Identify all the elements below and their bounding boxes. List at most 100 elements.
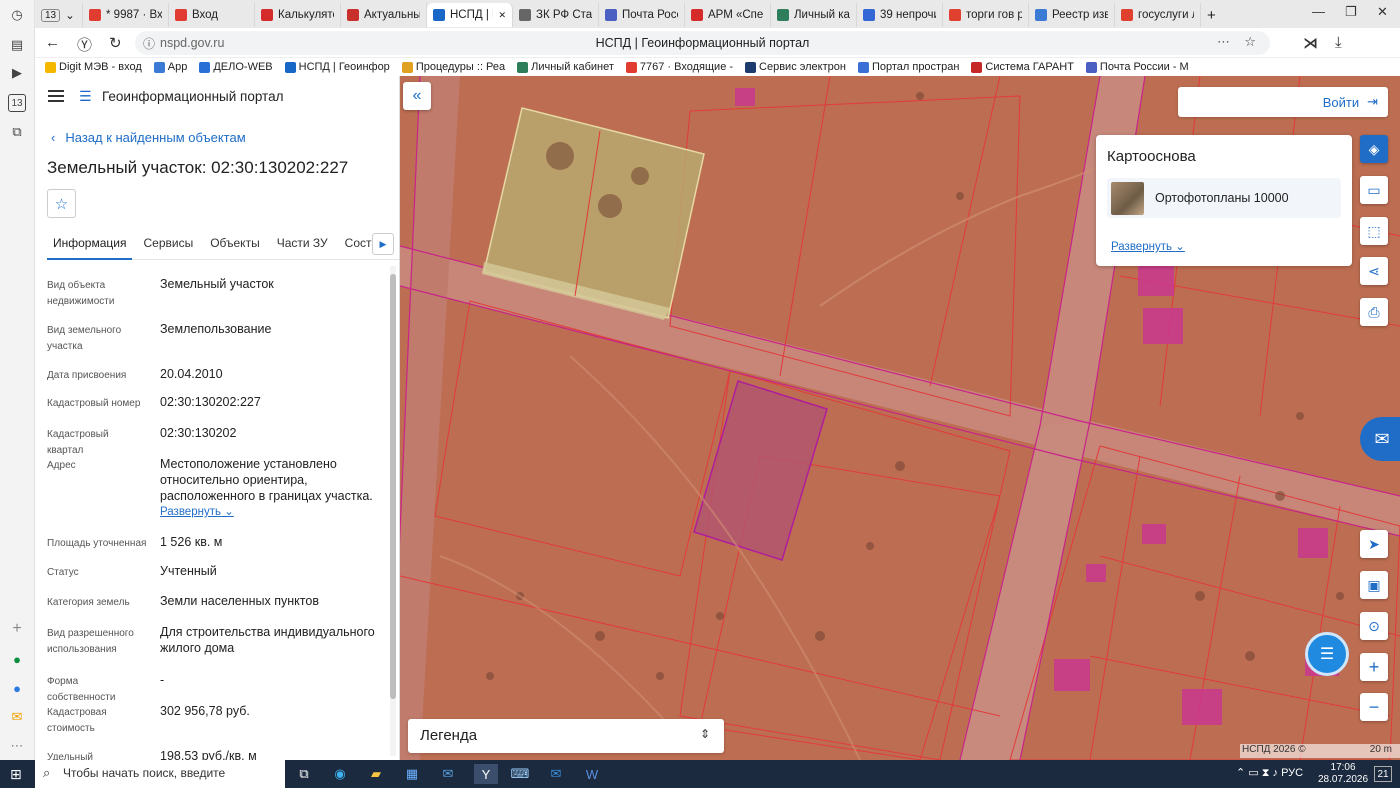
bookmark-item[interactable]: ДЕЛО-WEB: [199, 61, 273, 73]
tab-counter[interactable]: 13 ⌄: [35, 3, 83, 27]
yandex-icon[interactable]: Ⓨ: [77, 34, 92, 55]
bookmark-icon[interactable]: ☆: [1244, 34, 1256, 50]
measure-button[interactable]: ▭: [1360, 176, 1388, 204]
add-panel-icon[interactable]: +: [8, 620, 26, 638]
history-icon[interactable]: ◷: [8, 6, 26, 24]
search-on-map-button[interactable]: ⊙: [1360, 612, 1388, 640]
extensions-icon[interactable]: ⋊: [1303, 34, 1318, 52]
portal-brand[interactable]: Геоинформационный портал: [102, 89, 283, 104]
bookmark-item[interactable]: Личный кабинет: [517, 61, 614, 73]
back-icon[interactable]: ←: [45, 34, 60, 51]
close-tab-icon[interactable]: ✕: [498, 10, 506, 21]
property-key: Кадастровый номер: [47, 398, 141, 409]
maximize-icon[interactable]: ❐: [1345, 4, 1357, 20]
browser-tab[interactable]: Почта Росс: [599, 3, 685, 27]
login-button[interactable]: Войти ⇥: [1178, 87, 1388, 117]
browser-tab[interactable]: * 9987 · Вход: [83, 3, 169, 27]
minimize-icon[interactable]: —: [1312, 4, 1325, 19]
zoom-in-button[interactable]: +: [1360, 653, 1388, 681]
minimap-button[interactable]: ▣: [1360, 571, 1388, 599]
expand-address-link[interactable]: Развернуть ⌄: [160, 504, 380, 520]
bookmark-item[interactable]: Процедуры :: Реа: [401, 61, 505, 73]
menu-dots-icon[interactable]: ⋯: [1217, 34, 1230, 50]
bookmark-item[interactable]: Портал простран: [857, 61, 959, 73]
share-button[interactable]: ⋖: [1360, 257, 1388, 285]
property-value: Для строительства индивидуального жилого…: [160, 624, 380, 656]
basemap-expand-link[interactable]: Развернуть ⌄: [1111, 239, 1185, 253]
close-window-icon[interactable]: ✕: [1377, 4, 1388, 20]
browser-tab[interactable]: Вход: [169, 3, 255, 27]
alice-icon[interactable]: ●: [8, 650, 26, 668]
menu-icon[interactable]: [48, 90, 64, 102]
collapse-panel-button[interactable]: «: [403, 82, 431, 110]
messenger-icon[interactable]: ●: [8, 679, 26, 697]
windows-start-icon[interactable]: ⊞: [10, 766, 22, 783]
reload-icon[interactable]: ↻: [109, 34, 122, 52]
property-value-text: 302 956,78 руб.: [160, 704, 250, 718]
browser-tab[interactable]: торги гов ру: [943, 3, 1029, 27]
system-tray[interactable]: ⌃ ▭ ⧗ ♪ РУС: [1236, 766, 1303, 780]
bookmark-item[interactable]: Digit МЭВ - вход: [45, 61, 142, 73]
browser-tab[interactable]: 39 непрочит: [857, 3, 943, 27]
bookmark-item[interactable]: App: [153, 61, 187, 73]
chat-button[interactable]: ☰: [1305, 632, 1349, 676]
clock[interactable]: 17:06 28.07.2026: [1318, 762, 1368, 786]
new-tab-button[interactable]: +: [1201, 3, 1222, 27]
mail-app-icon[interactable]: ✉: [438, 764, 458, 784]
task-view-icon[interactable]: ⧉: [294, 764, 314, 784]
layers-button[interactable]: ◈: [1360, 135, 1388, 163]
url-field[interactable]: ⓘ nspd.gov.ru НСПД | Геоинформационный п…: [135, 31, 1270, 55]
yandex-browser-icon[interactable]: Y: [474, 764, 498, 784]
browser-tab[interactable]: Реестр изве: [1029, 3, 1115, 27]
map-view[interactable]: « Войти ⇥ Картооснова Ортофотопланы 1000…: [400, 76, 1400, 760]
zoom-out-button[interactable]: −: [1360, 693, 1388, 721]
word-icon[interactable]: W: [582, 764, 602, 784]
info-tab[interactable]: Объекты: [204, 234, 266, 260]
screenshot-icon[interactable]: ⧉: [8, 123, 26, 141]
bookmark-item[interactable]: 7767 · Входящие -: [625, 61, 733, 73]
edge-icon[interactable]: ◉: [330, 764, 350, 784]
favorite-button[interactable]: ☆: [47, 189, 76, 218]
taskbar-search[interactable]: ⌕ Чтобы начать поиск, введите: [35, 760, 285, 788]
notifications-icon[interactable]: 21: [1374, 766, 1392, 782]
geolocation-button[interactable]: ➤: [1360, 530, 1388, 558]
browser-tab[interactable]: Калькулятор: [255, 3, 341, 27]
collections-icon[interactable]: ▤: [8, 36, 26, 54]
print-button[interactable]: ⎙: [1360, 298, 1388, 326]
mail-icon[interactable]: ✉: [8, 708, 26, 726]
select-area-button[interactable]: ⬚: [1360, 217, 1388, 245]
panel-scrollbar[interactable]: [390, 266, 396, 756]
browser-tab[interactable]: Актуальные: [341, 3, 427, 27]
scrollbar-thumb[interactable]: [390, 274, 396, 699]
browser-tab[interactable]: НСПД | Ге ✕: [427, 3, 513, 27]
outlook-icon[interactable]: ✉: [546, 764, 566, 784]
more-icon[interactable]: ⋯: [8, 737, 26, 755]
basemap-item[interactable]: Ортофотопланы 10000: [1107, 178, 1341, 218]
browser-tab[interactable]: АРМ «Спец: [685, 3, 771, 27]
tabs-scroll-right-button[interactable]: ▶: [372, 233, 394, 255]
downloads-icon[interactable]: ⤓: [1335, 34, 1342, 51]
bookmark-item[interactable]: Система ГАРАНТ: [971, 61, 1074, 73]
language-indicator[interactable]: РУС: [1281, 767, 1303, 779]
layers-icon: ◈: [1368, 140, 1380, 157]
bookmark-item[interactable]: НСПД | Геоинфор: [284, 61, 390, 73]
browser-tab[interactable]: Личный каб: [771, 3, 857, 27]
info-tab[interactable]: Сервисы: [137, 234, 199, 260]
browser-tab[interactable]: госуслуги л: [1115, 3, 1201, 27]
bookmark-item[interactable]: Почта России - М: [1085, 61, 1189, 73]
network-drive-icon[interactable]: ⌨: [510, 764, 530, 784]
legend-dropdown[interactable]: Легенда ⇕: [408, 719, 724, 753]
help-button[interactable]: ✉: [1360, 417, 1400, 461]
back-to-results-link[interactable]: ‹ Назад к найденным объектам: [51, 130, 246, 145]
tabs-counter-icon[interactable]: 13: [8, 94, 26, 112]
file-explorer-icon[interactable]: ▰: [366, 764, 386, 784]
bookmark-item[interactable]: Сервис электрон: [745, 61, 846, 73]
info-tab[interactable]: Части ЗУ: [271, 234, 334, 260]
tab-label: торги гов ру: [966, 9, 1022, 21]
double-chevron-left-icon: «: [412, 87, 422, 104]
browser-tab[interactable]: ЗК РФ Стат: [513, 3, 599, 27]
bookmark-label: НСПД | Геоинфор: [298, 61, 390, 73]
media-icon[interactable]: ▶: [8, 64, 26, 82]
info-tab[interactable]: Информация: [47, 234, 133, 260]
store-icon[interactable]: ▦: [402, 764, 422, 784]
